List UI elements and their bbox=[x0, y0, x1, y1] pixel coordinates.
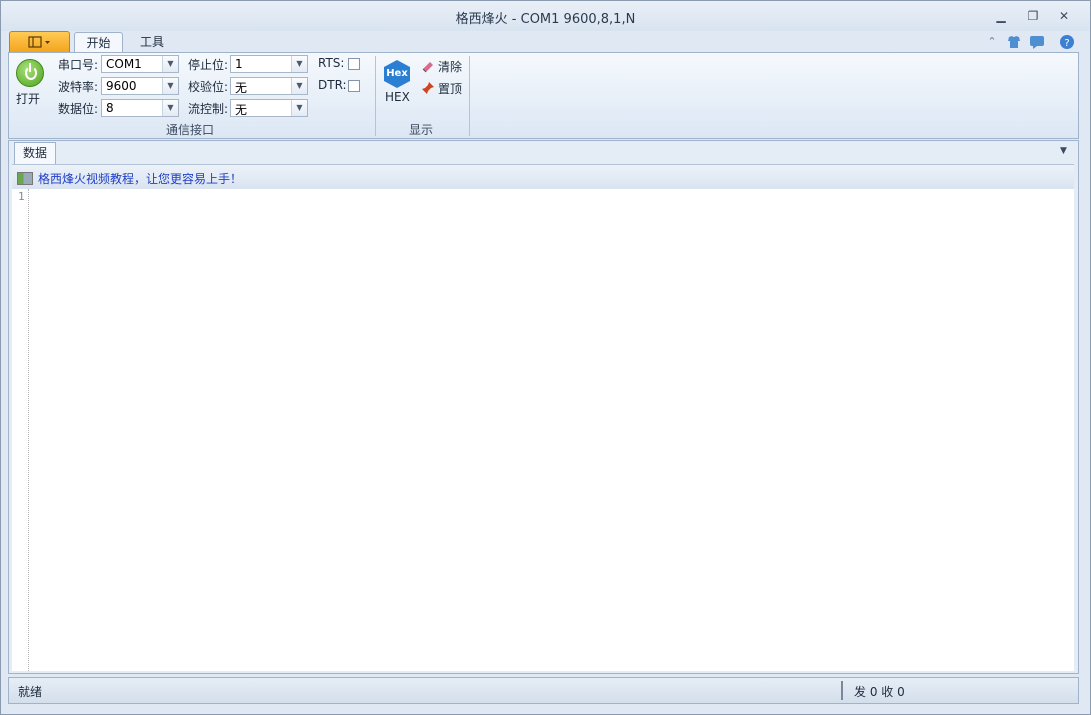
chevron-down-icon[interactable]: ▼ bbox=[1060, 146, 1067, 156]
chevron-down-icon[interactable]: ▼ bbox=[162, 100, 178, 116]
tab-start[interactable]: 开始 bbox=[74, 32, 123, 54]
message-icon[interactable] bbox=[1029, 34, 1045, 50]
hex-button[interactable]: HEX bbox=[385, 90, 410, 104]
flow-select[interactable]: 无 ▼ bbox=[230, 99, 308, 117]
baud-label: 波特率: bbox=[58, 80, 99, 94]
flow-value: 无 bbox=[235, 103, 248, 117]
stopbits-label: 停止位: bbox=[188, 58, 229, 72]
status-divider bbox=[841, 681, 843, 700]
parity-value: 无 bbox=[235, 81, 248, 95]
data-editor[interactable]: 1 bbox=[12, 189, 1074, 671]
tab-data[interactable]: 数据 bbox=[14, 142, 56, 164]
power-icon[interactable] bbox=[16, 59, 44, 87]
open-button[interactable]: 打开 bbox=[16, 90, 40, 107]
minimize-button[interactable]: ▁ bbox=[991, 7, 1011, 25]
video-icon bbox=[17, 172, 33, 185]
eraser-icon bbox=[422, 62, 433, 73]
banner-text[interactable]: 格西烽火视频教程，让您更容易上手！ bbox=[38, 170, 242, 187]
baud-select[interactable]: 9600 ▼ bbox=[101, 77, 179, 95]
chevron-down-icon[interactable]: ▼ bbox=[291, 56, 307, 72]
clear-button[interactable]: 清除 bbox=[421, 58, 462, 75]
skin-icon[interactable] bbox=[1006, 34, 1022, 50]
group-label-display: 显示 bbox=[408, 123, 433, 137]
svg-text:?: ? bbox=[1064, 38, 1069, 49]
tab-tools[interactable]: 工具 bbox=[129, 32, 175, 53]
status-counters: 发 0 收 0 bbox=[854, 685, 905, 699]
chevron-down-icon[interactable]: ▼ bbox=[162, 78, 178, 94]
pin-icon bbox=[422, 82, 434, 94]
port-label: 串口号: bbox=[58, 58, 99, 72]
app-menu-button[interactable] bbox=[9, 31, 70, 54]
port-value: COM1 bbox=[106, 57, 142, 71]
clear-label: 清除 bbox=[438, 60, 463, 74]
flow-label: 流控制: bbox=[188, 102, 229, 116]
title-bar: 格西烽火 - COM1 9600,8,1,N ▁ ❐ ✕ bbox=[1, 1, 1090, 31]
rts-checkbox[interactable] bbox=[348, 58, 360, 70]
top-button[interactable]: 置顶 bbox=[421, 80, 462, 97]
stopbits-value: 1 bbox=[235, 57, 243, 71]
top-label: 置顶 bbox=[438, 82, 463, 96]
chevron-down-icon[interactable]: ▼ bbox=[291, 100, 307, 116]
databits-select[interactable]: 8 ▼ bbox=[101, 99, 179, 117]
close-button[interactable]: ✕ bbox=[1054, 7, 1074, 25]
tutorial-banner[interactable]: 格西烽火视频教程，让您更容易上手！ bbox=[12, 164, 1074, 190]
port-select[interactable]: COM1 ▼ bbox=[101, 55, 179, 73]
window-title: 格西烽火 - COM1 9600,8,1,N bbox=[455, 12, 636, 27]
dtr-checkbox[interactable] bbox=[348, 80, 360, 92]
chevron-down-icon[interactable]: ▼ bbox=[291, 78, 307, 94]
status-ready: 就绪 bbox=[18, 685, 43, 699]
databits-value: 8 bbox=[106, 101, 114, 115]
maximize-button[interactable]: ❐ bbox=[1023, 7, 1043, 25]
group-label-comm: 通信接口 bbox=[165, 123, 214, 137]
parity-select[interactable]: 无 ▼ bbox=[230, 77, 308, 95]
line-number: 1 bbox=[18, 190, 25, 203]
line-gutter: 1 bbox=[12, 189, 29, 671]
dtr-label: DTR: bbox=[318, 78, 347, 92]
baud-value: 9600 bbox=[106, 79, 137, 93]
collapse-ribbon-icon[interactable]: ⌃ bbox=[984, 34, 1000, 50]
status-bar: 就绪 发 0 收 0 bbox=[8, 677, 1079, 704]
stopbits-select[interactable]: 1 ▼ bbox=[230, 55, 308, 73]
group-divider bbox=[375, 56, 376, 136]
rts-label: RTS: bbox=[318, 56, 345, 70]
databits-label: 数据位: bbox=[58, 102, 99, 116]
help-icon[interactable]: ? bbox=[1059, 34, 1075, 50]
group-divider bbox=[469, 56, 470, 136]
chevron-down-icon[interactable]: ▼ bbox=[162, 56, 178, 72]
parity-label: 校验位: bbox=[188, 80, 229, 94]
app-menu-icon bbox=[28, 36, 50, 48]
